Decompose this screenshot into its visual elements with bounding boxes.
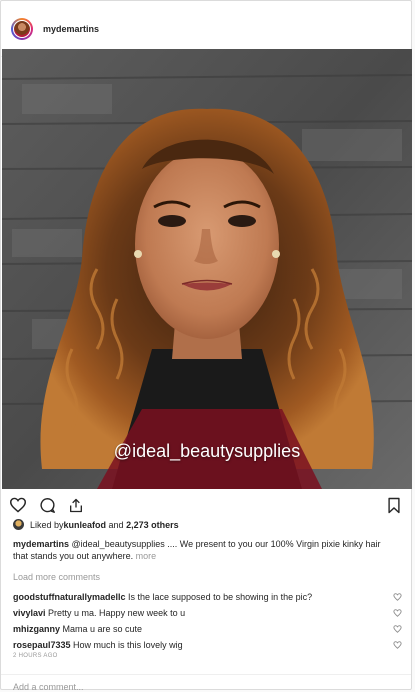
post-timestamp: 2 HOURS AGO: [13, 653, 58, 659]
divider: [1, 674, 411, 675]
comment-username[interactable]: goodstuffnaturallymadellc: [13, 592, 126, 602]
likes-summary: Liked by kunleafod and 2,273 others: [13, 519, 179, 530]
comment-item: mhizganny Mama u are so cute: [13, 621, 403, 637]
comment-list: goodstuffnaturallymadellc Is the lace su…: [13, 589, 403, 653]
liker-username[interactable]: kunleafod: [64, 520, 107, 530]
comment-heart-icon[interactable]: [392, 625, 403, 633]
comment-heart-icon[interactable]: [392, 641, 403, 649]
caption-more-link[interactable]: more: [136, 551, 157, 561]
post-photo[interactable]: @ideal_beautysupplies: [2, 49, 412, 489]
likes-count[interactable]: 2,273 others: [126, 520, 179, 530]
avatar[interactable]: [11, 17, 33, 40]
comment-item: goodstuffnaturallymadellc Is the lace su…: [13, 589, 403, 605]
comment-item: rosepaul7335 How much is this lovely wig: [13, 637, 403, 653]
likes-and: and: [106, 519, 127, 530]
comment-text: Is the lace supposed to be showing in th…: [125, 592, 313, 602]
share-icon[interactable]: [68, 497, 84, 514]
load-more-comments[interactable]: Load more comments: [13, 572, 100, 582]
post-caption: mydemartins @ideal_beautysupplies .... W…: [13, 538, 397, 562]
add-comment-input[interactable]: Add a comment...: [13, 682, 84, 692]
heart-icon[interactable]: [9, 497, 27, 513]
comment-icon[interactable]: [39, 497, 56, 514]
likes-prefix: Liked by: [30, 519, 64, 530]
caption-text: @ideal_beautysupplies .... We present to…: [13, 539, 381, 561]
bookmark-icon[interactable]: [387, 497, 401, 514]
username[interactable]: mydemartins: [43, 24, 99, 34]
comment-text: How much is this lovely wig: [70, 640, 183, 650]
comment-username[interactable]: vivylavi: [13, 608, 46, 618]
action-bar: [9, 494, 401, 516]
comment-text: Pretty u ma. Happy new week to u: [45, 608, 186, 618]
comment-username[interactable]: rosepaul7335: [13, 640, 71, 650]
comment-item: vivylavi Pretty u ma. Happy new week to …: [13, 605, 403, 621]
comment-heart-icon[interactable]: [392, 609, 403, 617]
comment-heart-icon[interactable]: [392, 593, 403, 601]
comment-username[interactable]: mhizganny: [13, 624, 60, 634]
photo-watermark: @ideal_beautysupplies: [113, 441, 301, 461]
comment-text: Mama u are so cute: [60, 624, 143, 634]
liker-avatar[interactable]: [13, 519, 24, 530]
caption-username[interactable]: mydemartins: [13, 539, 69, 549]
post-card: mydemartins @ideal_beautysupplies Liked …: [0, 0, 412, 692]
